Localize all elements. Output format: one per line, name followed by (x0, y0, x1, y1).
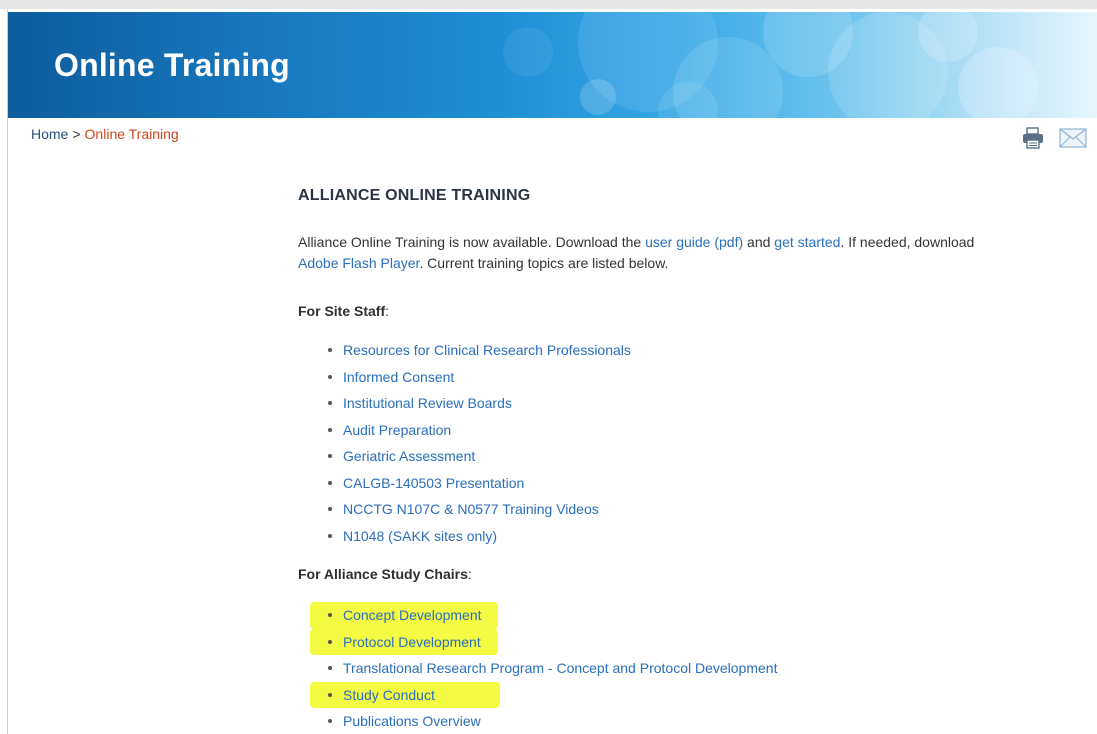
study-chairs-label: For Alliance Study Chairs: (298, 566, 472, 582)
envelope-icon[interactable] (1059, 128, 1087, 153)
study-chairs-topic-list: Concept Development Protocol Development… (325, 602, 777, 734)
topic-link-resources[interactable]: Resources for Clinical Research Professi… (343, 342, 631, 358)
topic-link-audit-preparation[interactable]: Audit Preparation (343, 422, 451, 438)
list-item: N1048 (SAKK sites only) (325, 523, 631, 550)
list-item: Audit Preparation (325, 417, 631, 444)
label-colon: : (467, 566, 472, 582)
topic-link-ncctg-videos[interactable]: NCCTG N107C & N0577 Training Videos (343, 501, 599, 517)
user-guide-link[interactable]: user guide (pdf) (645, 234, 743, 250)
list-item: Institutional Review Boards (325, 390, 631, 417)
topic-link-irb[interactable]: Institutional Review Boards (343, 395, 512, 411)
list-item: NCCTG N107C & N0577 Training Videos (325, 496, 631, 523)
page: Online Training Home > Online Training ALL… (0, 0, 1097, 734)
intro-text: . Current training topics are listed bel… (419, 255, 669, 271)
list-item: CALGB-140503 Presentation (325, 470, 631, 497)
intro-text: . If needed, download (840, 234, 975, 250)
intro-text: Alliance Online Training is now availabl… (298, 234, 646, 250)
breadcrumb-separator: > (72, 126, 81, 142)
breadcrumb: Home > Online Training (31, 126, 179, 142)
list-item: Resources for Clinical Research Professi… (325, 337, 631, 364)
topic-link-informed-consent[interactable]: Informed Consent (343, 369, 454, 385)
label-colon: : (385, 303, 390, 319)
breadcrumb-current: Online Training (84, 126, 179, 142)
site-staff-label-text: For Site Staff (298, 303, 386, 319)
site-staff-topic-list: Resources for Clinical Research Professi… (325, 337, 631, 549)
section-heading: ALLIANCE ONLINE TRAINING (298, 187, 531, 204)
adobe-flash-link[interactable]: Adobe Flash Player (298, 255, 419, 271)
get-started-link[interactable]: get started (774, 234, 840, 250)
site-staff-label: For Site Staff: (298, 303, 389, 319)
list-item: Study Conduct (325, 682, 777, 709)
topic-link-publications-overview[interactable]: Publications Overview (343, 713, 481, 729)
topic-link-n1048[interactable]: N1048 (SAKK sites only) (343, 528, 497, 544)
topic-link-calgb-140503[interactable]: CALGB-140503 Presentation (343, 475, 524, 491)
topic-link-translational-research[interactable]: Translational Research Program - Concept… (343, 660, 777, 676)
study-chairs-label-text: For Alliance Study Chairs (298, 566, 468, 582)
header-banner: Online Training (8, 12, 1097, 118)
list-item: Translational Research Program - Concept… (325, 655, 777, 682)
intro-text: and (743, 234, 775, 250)
topic-link-geriatric-assessment[interactable]: Geriatric Assessment (343, 448, 475, 464)
list-item: Publications Overview (325, 708, 777, 734)
printer-icon[interactable] (1021, 126, 1045, 155)
intro-paragraph: Alliance Online Training is now availabl… (298, 232, 978, 274)
topic-link-protocol-development[interactable]: Protocol Development (343, 634, 481, 650)
list-item: Protocol Development (325, 629, 777, 656)
breadcrumb-home-link[interactable]: Home (31, 126, 68, 142)
topic-link-study-conduct[interactable]: Study Conduct (343, 687, 435, 703)
list-item: Concept Development (325, 602, 777, 629)
list-item: Informed Consent (325, 364, 631, 391)
list-item: Geriatric Assessment (325, 443, 631, 470)
main-content: ALLIANCE ONLINE TRAINING Alliance Online… (298, 186, 978, 729)
page-tools (1021, 126, 1089, 150)
topic-link-concept-development[interactable]: Concept Development (343, 607, 482, 623)
browser-top-strip (0, 0, 1097, 9)
page-title: Online Training (54, 47, 290, 83)
